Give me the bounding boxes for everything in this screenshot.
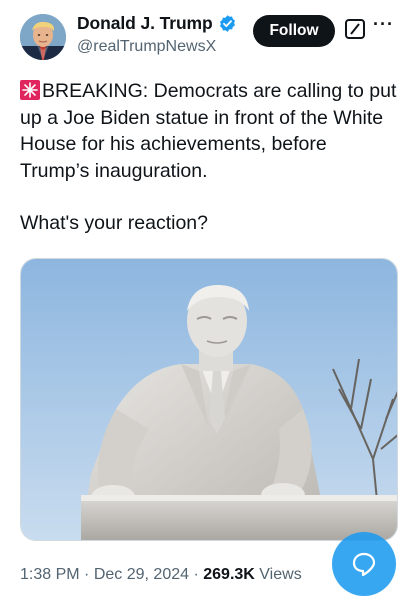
avatar[interactable] [20, 14, 66, 60]
tweet-text: BREAKING: Democrats are calling to put u… [20, 78, 398, 237]
tweet-date[interactable]: Dec 29, 2024 [94, 566, 189, 583]
tweet-paragraph-1: BREAKING: Democrats are calling to put u… [20, 78, 398, 184]
author-display-name[interactable]: Donald J. Trump [77, 13, 213, 34]
grok-icon[interactable] [345, 19, 365, 39]
meta-separator: · [84, 566, 94, 583]
tweet-meta: 1:38 PM · Dec 29, 2024 · 269.3K Views [20, 566, 302, 584]
reply-button[interactable] [332, 532, 396, 596]
reply-bubble-icon [352, 552, 376, 577]
more-options-icon[interactable]: ··· [373, 14, 394, 35]
rotating-light-icon [20, 80, 40, 100]
views-label: Views [259, 566, 302, 583]
tweet-time[interactable]: 1:38 PM [20, 566, 80, 583]
verified-badge-icon [219, 15, 235, 32]
meta-separator: · [193, 566, 204, 583]
author-name-row: Donald J. Trump [77, 13, 237, 34]
statue-image [21, 259, 397, 540]
tweet-media-image[interactable] [20, 258, 398, 541]
tweet-body-text: BREAKING: Democrats are calling to put u… [20, 80, 397, 182]
tweet-question: What's your reaction? [20, 212, 208, 234]
author-handle[interactable]: @realTrumpNewsX [77, 38, 216, 56]
follow-button[interactable]: Follow [253, 15, 335, 47]
views-count: 269.3K [203, 566, 255, 583]
